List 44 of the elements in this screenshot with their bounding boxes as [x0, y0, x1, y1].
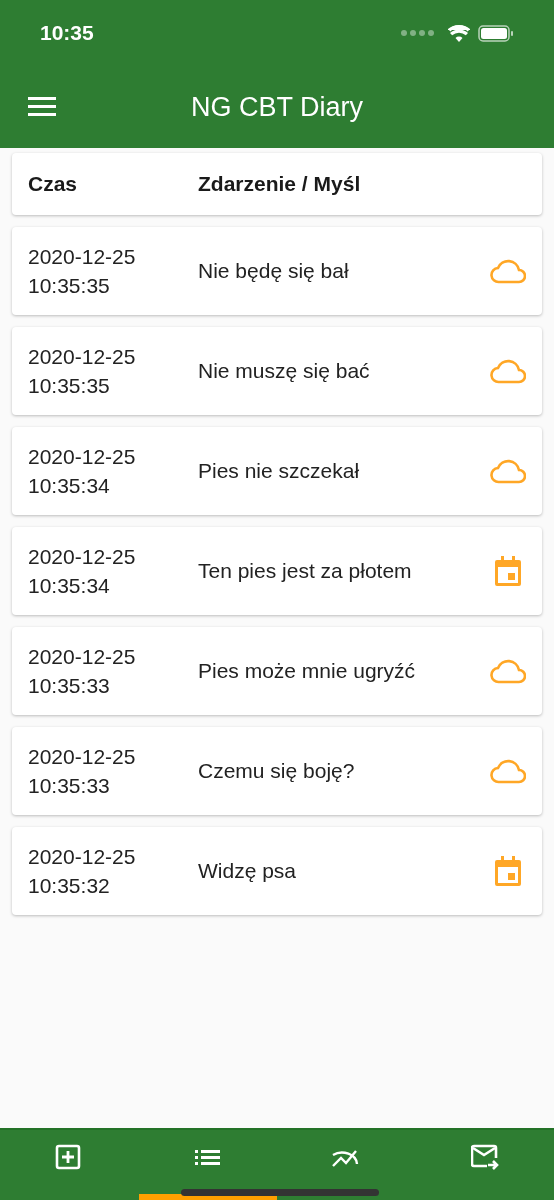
- cloud-icon: [490, 458, 526, 484]
- entry-date: 2020-12-25: [28, 844, 137, 870]
- battery-icon: [478, 24, 514, 42]
- cloud-icon: [490, 758, 526, 784]
- entry-date: 2020-12-25: [28, 344, 137, 370]
- entry-time: 10:35:33: [28, 773, 111, 799]
- entry-text: Nie muszę się bać: [198, 358, 371, 385]
- entry-card[interactable]: 2020-12-25 10:35:35 Nie muszę się bać: [12, 327, 542, 415]
- menu-icon: [28, 96, 56, 116]
- entry-date: 2020-12-25: [28, 644, 137, 670]
- entry-text: Pies może mnie ugryźć: [198, 658, 417, 685]
- cloud-icon: [490, 658, 526, 684]
- entry-text: Ten pies jest za płotem: [198, 558, 413, 585]
- entry-time: 10:35:35: [28, 273, 111, 299]
- entry-time: 10:35:34: [28, 573, 111, 599]
- entry-date: 2020-12-25: [28, 744, 137, 770]
- entry-card[interactable]: 2020-12-25 10:35:35 Nie będę się bał: [12, 227, 542, 315]
- column-header: Czas: [28, 171, 79, 198]
- entry-text: Czemu się boję?: [198, 758, 356, 785]
- menu-button[interactable]: [28, 96, 56, 116]
- entry-time: 10:35:32: [28, 873, 111, 899]
- calendar-icon: [495, 856, 521, 886]
- entry-time: 10:35:34: [28, 473, 111, 499]
- cloud-icon: [490, 358, 526, 384]
- entry-date: 2020-12-25: [28, 544, 137, 570]
- entry-date: 2020-12-25: [28, 444, 137, 470]
- entry-date: 2020-12-25: [28, 244, 137, 270]
- entry-time: 10:35:35: [28, 373, 111, 399]
- calendar-icon: [495, 556, 521, 586]
- wifi-icon: [448, 24, 470, 42]
- entry-card[interactable]: 2020-12-25 10:35:32 Widzę psa: [12, 827, 542, 915]
- entry-time: 10:35:33: [28, 673, 111, 699]
- status-time: 10:35: [40, 20, 94, 47]
- entry-card[interactable]: 2020-12-25 10:35:33 Pies może mnie ugryźć: [12, 627, 542, 715]
- entry-text: Widzę psa: [198, 858, 298, 885]
- mail-forward-icon: [470, 1144, 499, 1172]
- entry-text: Nie będę się bał: [198, 258, 350, 285]
- entry-card[interactable]: 2020-12-25 10:35:34 Pies nie szczekał: [12, 427, 542, 515]
- app-title: NG CBT Diary: [191, 90, 363, 124]
- entry-card[interactable]: 2020-12-25 10:35:33 Czemu się boję?: [12, 727, 542, 815]
- column-header: Zdarzenie / Myśl: [198, 171, 361, 198]
- entry-text: Pies nie szczekał: [198, 458, 361, 485]
- cloud-icon: [490, 258, 526, 284]
- entry-card[interactable]: 2020-12-25 10:35:34 Ten pies jest za płotem: [12, 527, 542, 615]
